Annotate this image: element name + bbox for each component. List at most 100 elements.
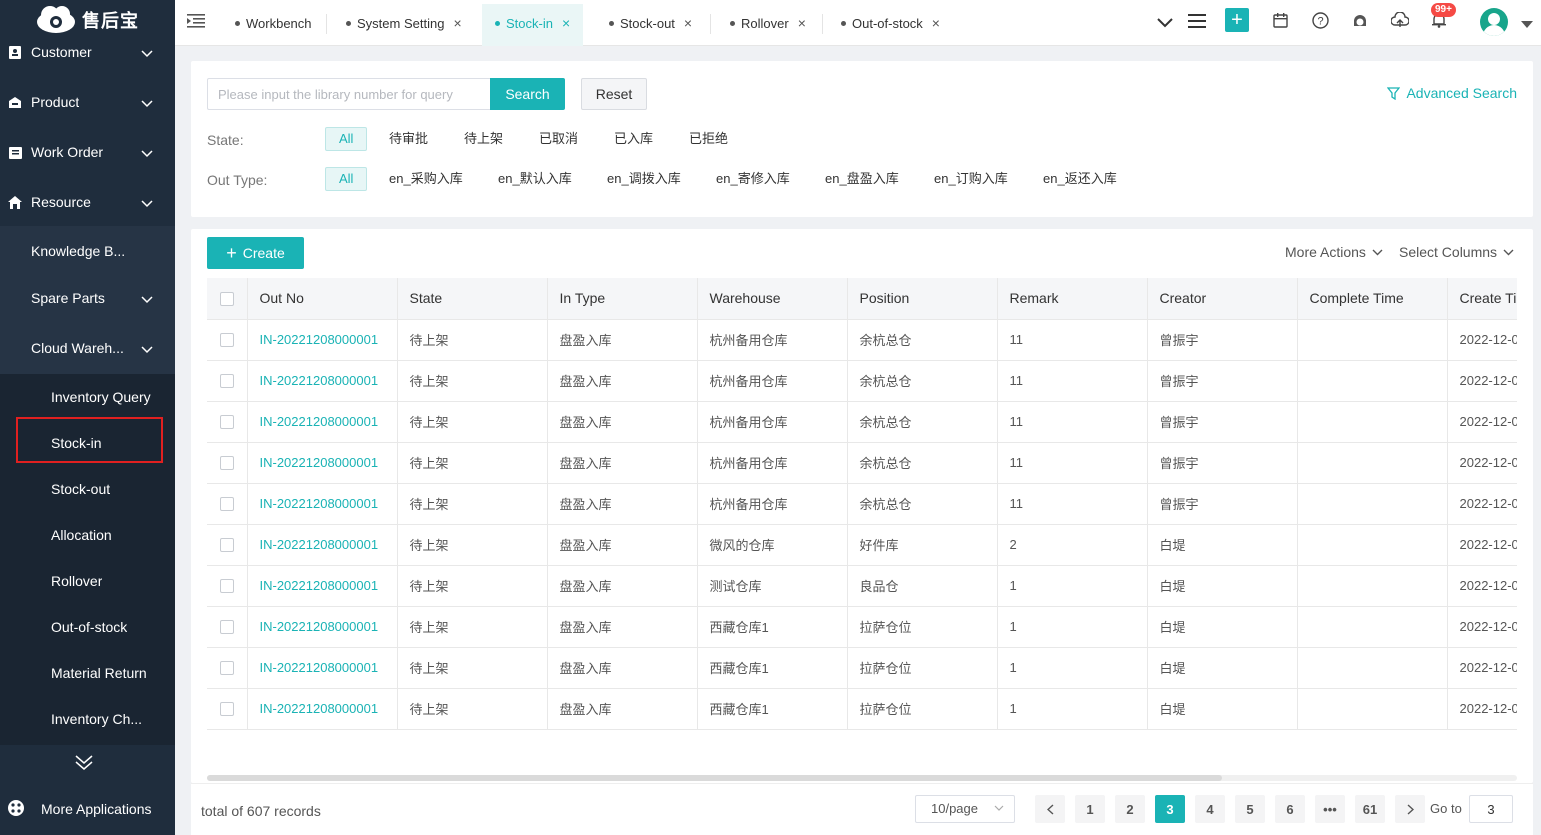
record-number-link[interactable]: IN-20221208000001 [247, 606, 398, 648]
column-header[interactable]: State [397, 278, 548, 320]
sidebar-item-inventory-query[interactable]: Inventory Query [0, 377, 175, 417]
select-all-checkbox[interactable] [219, 292, 234, 307]
sidebar-item-out-of-stock[interactable]: Out-of-stock [0, 607, 175, 647]
horizontal-scrollbar[interactable] [207, 775, 1517, 781]
page-button[interactable]: 61 [1355, 795, 1385, 823]
row-checkbox[interactable] [219, 702, 234, 717]
cloud-upload-icon[interactable] [1390, 11, 1410, 31]
select-columns-dropdown[interactable]: Select Columns [1399, 244, 1514, 260]
column-header[interactable]: Create Ti [1447, 278, 1517, 320]
row-checkbox[interactable] [219, 579, 234, 594]
row-checkbox[interactable] [219, 333, 234, 348]
chevron-down-icon[interactable] [1157, 15, 1173, 31]
sidebar-item-cloud-warehouse[interactable]: Cloud Wareh... [0, 328, 175, 368]
record-number-link[interactable]: IN-20221208000001 [247, 565, 398, 607]
table-row[interactable]: IN-20221208000001 待上架 盘盈入库 杭州备用仓库 余杭总仓 11 曾振宇 2… [207, 319, 1517, 361]
tab-workbench[interactable]: Workbench [235, 8, 312, 38]
sidebar-item-knowledge-base[interactable]: Knowledge B... [0, 231, 175, 271]
column-header[interactable]: In Type [547, 278, 698, 320]
record-number-link[interactable]: IN-20221208000001 [247, 483, 398, 525]
table-row[interactable]: IN-20221208000001 待上架 盘盈入库 杭州备用仓库 余杭总仓 11 曾振宇 2… [207, 401, 1517, 443]
tab-system-setting[interactable]: System Setting × [346, 8, 462, 38]
sidebar-item-inventory-check[interactable]: Inventory Ch... [0, 699, 175, 739]
column-header[interactable]: Out No [247, 278, 398, 320]
column-header[interactable]: Complete Time [1297, 278, 1448, 320]
row-checkbox[interactable] [219, 538, 234, 553]
record-number-link[interactable]: IN-20221208000001 [247, 647, 398, 689]
page-button-current[interactable]: 3 [1155, 795, 1185, 823]
advanced-search-link[interactable]: Advanced Search [1387, 85, 1517, 101]
table-row[interactable]: IN-20221208000001 待上架 盘盈入库 测试仓库 良品仓 1 白堤 2022-1… [207, 565, 1517, 607]
type-chip[interactable]: en_默认入库 [498, 167, 572, 191]
record-number-link[interactable]: IN-20221208000001 [247, 688, 398, 730]
help-icon[interactable]: ? [1312, 12, 1329, 32]
menu-fold-icon[interactable] [187, 14, 205, 31]
more-applications-button[interactable]: More Applications [0, 789, 175, 829]
record-number-link[interactable]: IN-20221208000001 [247, 360, 398, 402]
page-button[interactable]: 5 [1235, 795, 1265, 823]
table-row[interactable]: IN-20221208000001 待上架 盘盈入库 西藏仓库1 拉萨仓位 1 白堤 2022… [207, 688, 1517, 730]
column-header[interactable]: Warehouse [697, 278, 848, 320]
search-input[interactable] [207, 78, 491, 110]
record-number-link[interactable]: IN-20221208000001 [247, 524, 398, 566]
state-chip[interactable]: 已取消 [539, 127, 578, 151]
tab-stock-in[interactable]: Stock-in × [495, 8, 570, 38]
quick-add-button[interactable]: + [1225, 8, 1249, 32]
column-header[interactable]: Position [847, 278, 998, 320]
column-header[interactable]: Creator [1147, 278, 1298, 320]
type-chip[interactable]: en_采购入库 [389, 167, 463, 191]
tab-stock-out[interactable]: Stock-out × [609, 8, 692, 38]
column-header[interactable]: Remark [997, 278, 1148, 320]
table-row[interactable]: IN-20221208000001 待上架 盘盈入库 杭州备用仓库 余杭总仓 11 曾振宇 2… [207, 360, 1517, 402]
state-chip[interactable]: 待上架 [464, 127, 503, 151]
customer-service-icon[interactable] [1352, 12, 1368, 32]
double-chevron-down-icon[interactable] [74, 754, 94, 775]
row-checkbox[interactable] [219, 620, 234, 635]
sidebar-item-material-return[interactable]: Material Return [0, 653, 175, 693]
more-actions-dropdown[interactable]: More Actions [1285, 244, 1383, 260]
table-row[interactable]: IN-20221208000001 待上架 盘盈入库 西藏仓库1 拉萨仓位 1 白堤 2022… [207, 606, 1517, 648]
page-button[interactable]: 1 [1075, 795, 1105, 823]
create-button[interactable]: + Create [207, 237, 304, 269]
type-chip[interactable]: en_订购入库 [934, 167, 1008, 191]
row-checkbox[interactable] [219, 415, 234, 430]
goto-page-input[interactable] [1469, 795, 1513, 823]
close-icon[interactable]: × [453, 15, 461, 31]
calendar-icon[interactable] [1273, 12, 1288, 31]
avatar[interactable] [1480, 8, 1508, 36]
record-number-link[interactable]: IN-20221208000001 [247, 442, 398, 484]
page-button[interactable]: 4 [1195, 795, 1225, 823]
sidebar-item-rollover[interactable]: Rollover [0, 561, 175, 601]
row-checkbox[interactable] [219, 374, 234, 389]
sidebar-item-customer[interactable]: Customer [0, 32, 175, 72]
page-button[interactable]: 6 [1275, 795, 1305, 823]
state-chip[interactable]: 已入库 [614, 127, 653, 151]
table-row[interactable]: IN-20221208000001 待上架 盘盈入库 杭州备用仓库 余杭总仓 11 曾振宇 2… [207, 483, 1517, 525]
table-row[interactable]: IN-20221208000001 待上架 盘盈入库 微风的仓库 好件库 2 白堤 2022-… [207, 524, 1517, 566]
state-chip[interactable]: 已拒绝 [689, 127, 728, 151]
row-checkbox[interactable] [219, 456, 234, 471]
sidebar-item-stock-in[interactable]: Stock-in [0, 423, 175, 463]
type-chip[interactable]: en_盘盈入库 [825, 167, 899, 191]
page-size-select[interactable]: 10/page [915, 795, 1015, 823]
next-page-button[interactable] [1395, 795, 1425, 823]
sidebar-item-spare-parts[interactable]: Spare Parts [0, 278, 175, 318]
record-number-link[interactable]: IN-20221208000001 [247, 319, 398, 361]
list-menu-icon[interactable] [1188, 14, 1206, 31]
table-row[interactable]: IN-20221208000001 待上架 盘盈入库 西藏仓库1 拉萨仓位 1 白堤 2022… [207, 647, 1517, 689]
type-chip[interactable]: en_调拨入库 [607, 167, 681, 191]
page-button[interactable]: 2 [1115, 795, 1145, 823]
type-chip[interactable]: en_寄修入库 [716, 167, 790, 191]
scrollbar-thumb[interactable] [207, 775, 1222, 781]
close-icon[interactable]: × [562, 15, 570, 31]
sidebar-item-resource[interactable]: Resource [0, 182, 175, 222]
tab-rollover[interactable]: Rollover × [730, 8, 806, 38]
type-chip[interactable]: en_返还入库 [1043, 167, 1117, 191]
close-icon[interactable]: × [684, 15, 692, 31]
close-icon[interactable]: × [932, 15, 940, 31]
sidebar-item-product[interactable]: Product [0, 82, 175, 122]
state-chip-all[interactable]: All [325, 127, 368, 151]
sidebar-item-work-order[interactable]: Work Order [0, 132, 175, 172]
more-pages-button[interactable]: ••• [1315, 795, 1345, 823]
type-chip-all[interactable]: All [325, 167, 368, 191]
